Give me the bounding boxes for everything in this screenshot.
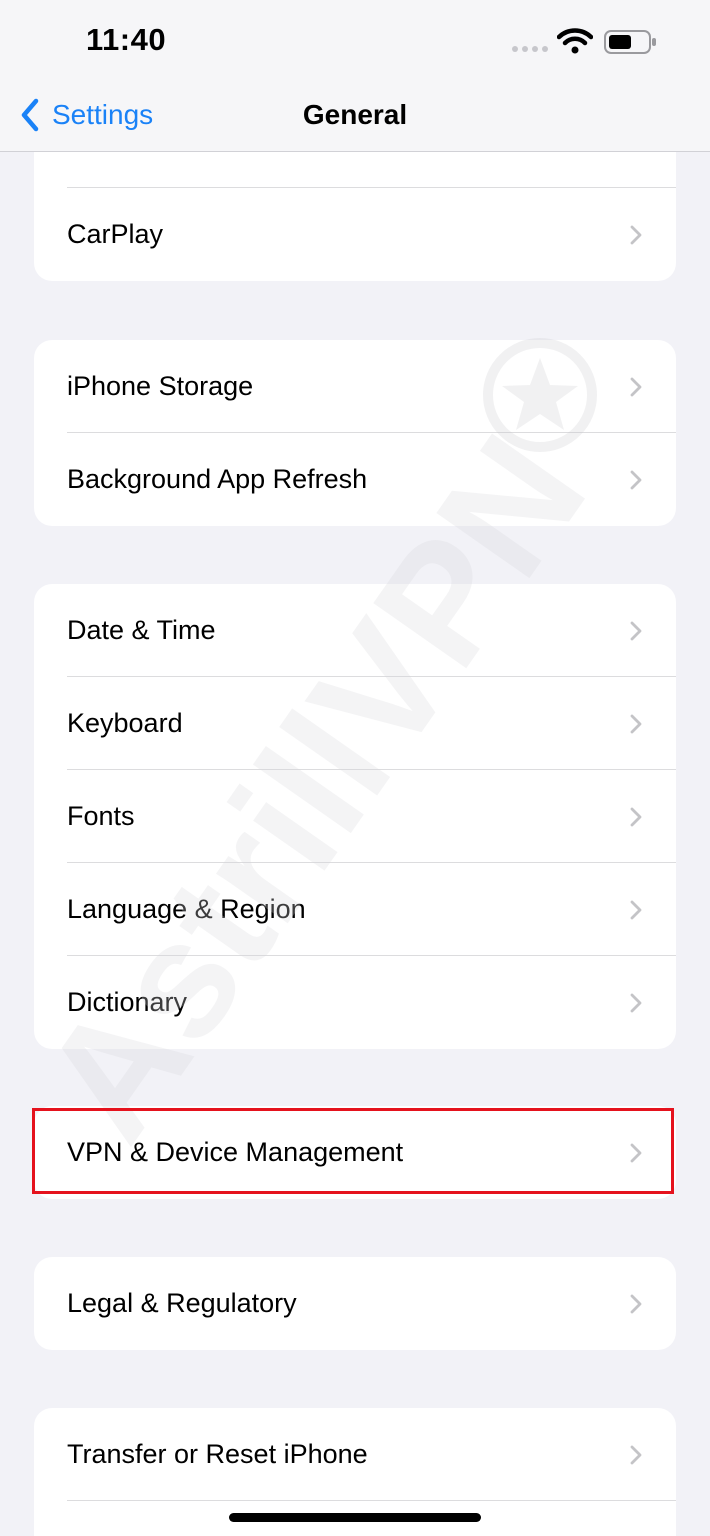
battery-icon: [604, 30, 656, 54]
row-keyboard[interactable]: Keyboard: [34, 677, 676, 770]
wifi-icon: [557, 28, 593, 54]
row-label: Background App Refresh: [67, 464, 368, 494]
row-label: Dictionary: [67, 987, 188, 1017]
row-date-time[interactable]: Date & Time: [34, 584, 676, 677]
settings-group-2: iPhone Storage Background App Refresh: [34, 340, 676, 526]
chevron-right-icon: [630, 807, 642, 827]
chevron-right-icon: [630, 621, 642, 641]
settings-group-5: Legal & Regulatory: [34, 1257, 676, 1350]
chevron-right-icon: [630, 1445, 642, 1465]
row-background-app-refresh[interactable]: Background App Refresh: [34, 433, 676, 526]
signal-icon: [512, 46, 548, 52]
row-label: Keyboard: [67, 708, 183, 738]
row-legal-regulatory[interactable]: Legal & Regulatory: [34, 1257, 676, 1350]
chevron-right-icon: [630, 1294, 642, 1314]
row-language-region[interactable]: Language & Region: [34, 863, 676, 956]
row-dictionary[interactable]: Dictionary: [34, 956, 676, 1049]
chevron-right-icon: [630, 993, 642, 1013]
row-label: Legal & Regulatory: [67, 1288, 297, 1318]
status-bar: 11:40: [0, 0, 710, 80]
chevron-right-icon: [630, 470, 642, 490]
navigation-bar: Settings General: [0, 80, 710, 152]
row-label: CarPlay: [67, 219, 164, 249]
row-label: Fonts: [67, 801, 135, 831]
chevron-right-icon: [630, 714, 642, 734]
status-time: 11:40: [86, 22, 167, 57]
chevron-right-icon: [630, 225, 642, 245]
home-indicator: [229, 1513, 481, 1522]
page-title: General: [302, 99, 408, 130]
row-fonts[interactable]: Fonts: [34, 770, 676, 863]
row-label: Transfer or Reset iPhone: [67, 1439, 368, 1469]
chevron-right-icon: [630, 377, 642, 397]
row-label: Date & Time: [67, 615, 216, 645]
chevron-right-icon: [630, 900, 642, 920]
row-iphone-storage[interactable]: iPhone Storage: [34, 340, 676, 433]
settings-group-3: Date & Time Keyboard Fonts Language & Re…: [34, 584, 676, 1049]
highlight-box: [32, 1108, 674, 1194]
row-label: Language & Region: [67, 894, 306, 924]
row-label: iPhone Storage: [67, 371, 254, 401]
row-carplay[interactable]: CarPlay: [34, 188, 676, 281]
separator: [67, 1500, 676, 1501]
row-transfer-reset-iphone[interactable]: Transfer or Reset iPhone: [34, 1408, 676, 1501]
